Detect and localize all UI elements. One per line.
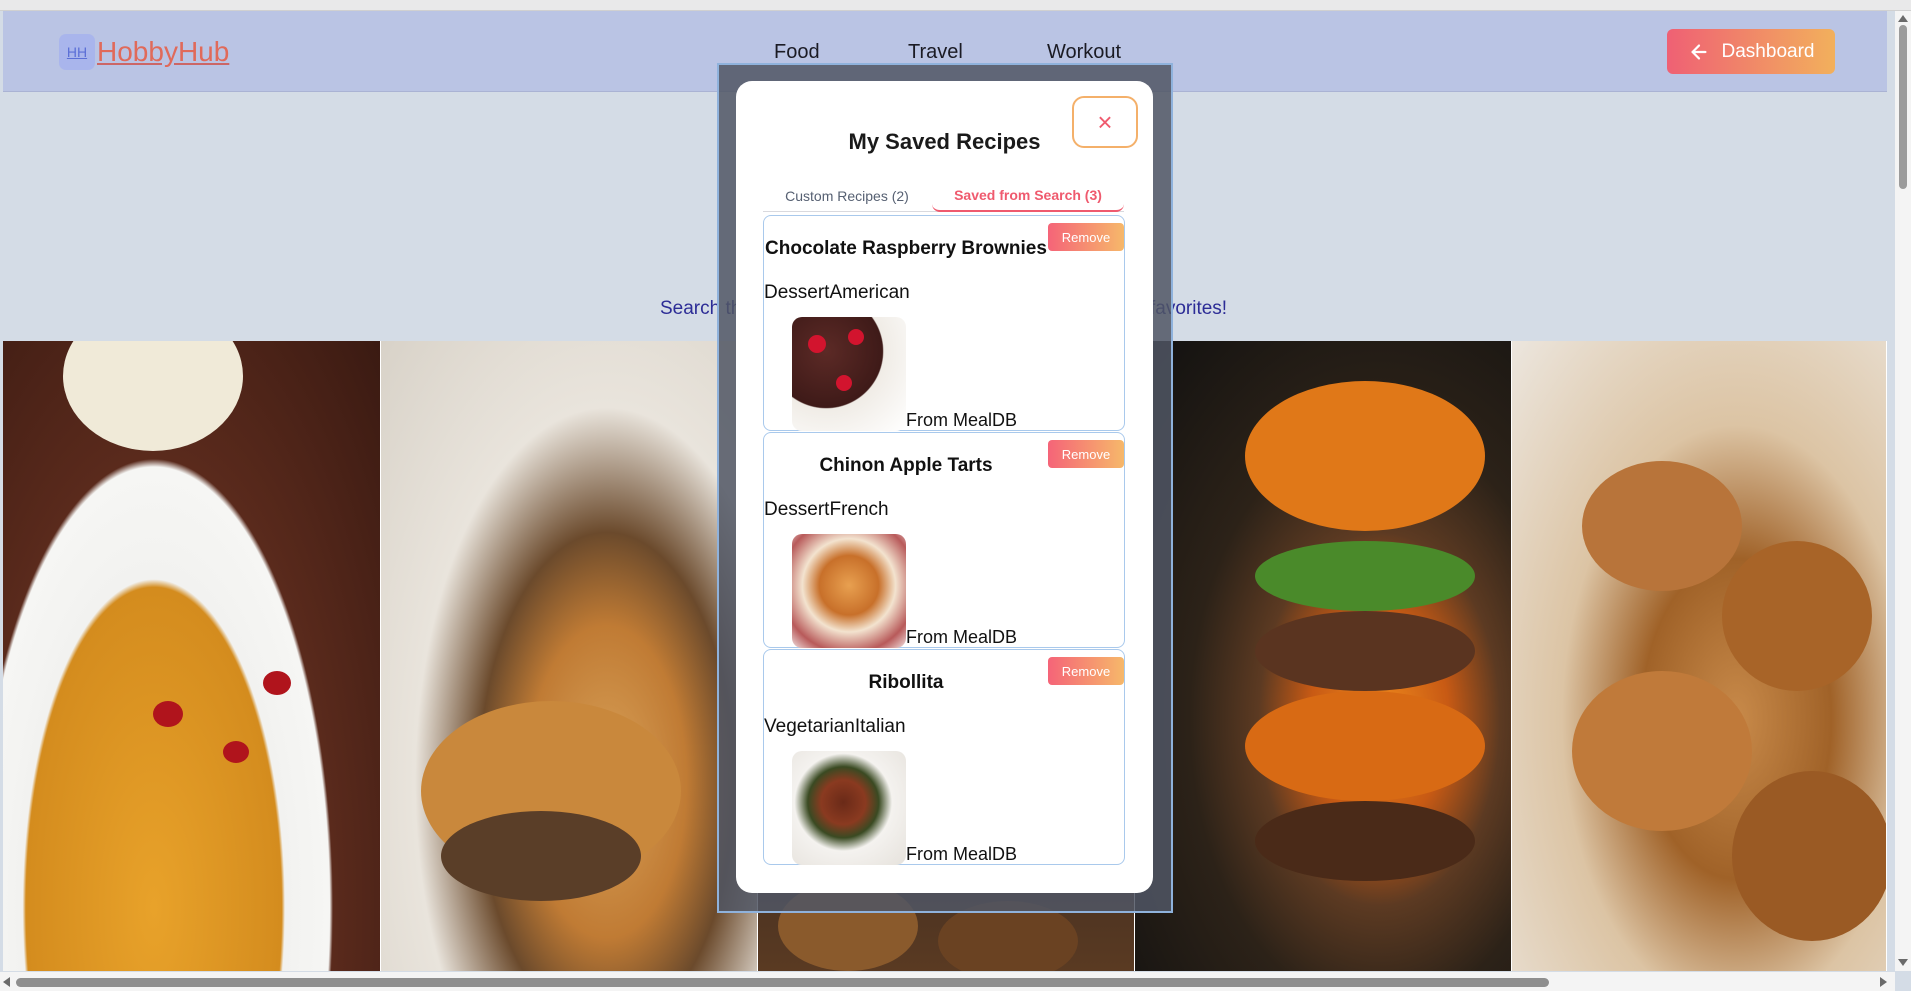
remove-button[interactable]: Remove [1048,440,1124,468]
arrow-left-icon [1690,43,1707,60]
remove-button[interactable]: Remove [1048,657,1124,685]
soup-photo[interactable] [3,341,381,971]
apple-tart-photo [792,534,906,648]
saved-recipes-modal: × My Saved Recipes Custom Recipes (2) Sa… [736,81,1153,893]
dashboard-label: Dashboard [1721,40,1815,62]
scroll-down-arrow-icon[interactable] [1898,959,1908,966]
scroll-right-arrow-icon[interactable] [1880,977,1887,987]
recipe-tabs: Custom Recipes (2) Saved from Search (3) [763,179,1124,212]
modal-title: My Saved Recipes [848,129,1041,154]
tab-saved-from-search[interactable]: Saved from Search (3) [932,179,1124,212]
nav-travel[interactable]: Travel [908,41,963,64]
recipe-card: Ribollita Remove VegetarianItalian From … [763,649,1125,865]
recipe-card: Chocolate Raspberry Brownies Remove Dess… [763,215,1125,431]
ribollita-soup-photo [792,751,906,865]
recipe-card: Chinon Apple Tarts Remove DessertFrench … [763,432,1125,648]
recipe-tags: DessertAmerican [764,282,910,303]
dashboard-button[interactable]: Dashboard [1667,29,1835,74]
nav-food[interactable]: Food [774,41,820,64]
burger-photo[interactable] [1135,341,1512,971]
recipe-title: Ribollita [868,672,944,693]
nav-workout[interactable]: Workout [1047,41,1121,64]
horizontal-scrollbar[interactable] [0,972,1895,991]
recipe-source: From MealDB [906,627,1018,647]
logo-text[interactable]: HobbyHub [97,36,229,68]
brownies-photo [792,317,906,431]
scroll-up-arrow-icon[interactable] [1898,15,1908,22]
logo-badge: HH [59,34,95,70]
horizontal-scroll-thumb[interactable] [16,978,1549,987]
browser-top-edge [0,0,1911,11]
recipe-title: Chinon Apple Tarts [819,455,993,476]
fried-dough-photo[interactable] [1512,341,1887,971]
borek-pastry-photo[interactable] [381,341,758,971]
remove-button[interactable]: Remove [1048,223,1124,251]
tab-custom-recipes[interactable]: Custom Recipes (2) [763,179,931,212]
logo-link[interactable]: HH HobbyHub [59,34,229,70]
scroll-left-arrow-icon[interactable] [3,977,10,987]
recipe-title: Chocolate Raspberry Brownies [765,238,1047,259]
vertical-scroll-thumb[interactable] [1899,25,1907,189]
vertical-scrollbar[interactable] [1895,11,1911,971]
recipe-source: From MealDB [906,844,1018,864]
recipe-tags: VegetarianItalian [764,716,906,737]
recipe-source: From MealDB [906,410,1018,430]
recipe-tags: DessertFrench [764,499,889,520]
